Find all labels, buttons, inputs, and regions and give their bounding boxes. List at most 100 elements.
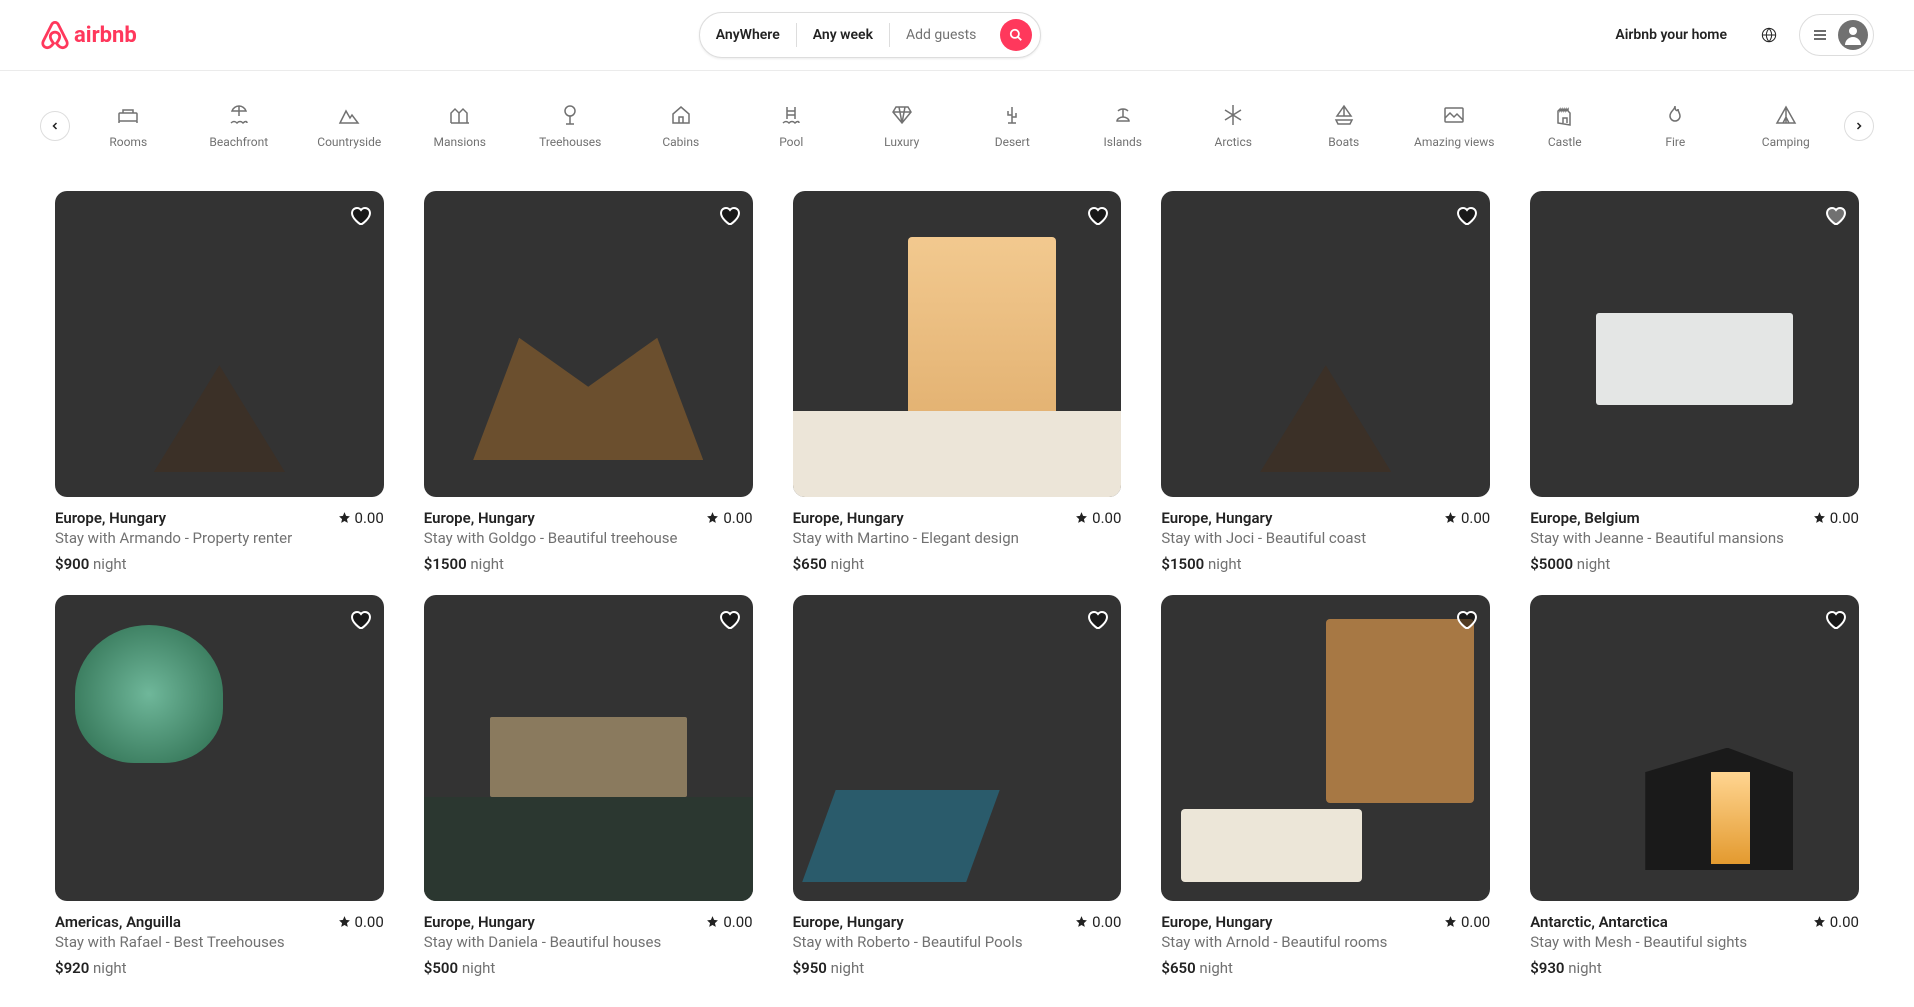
listing-image[interactable] [55, 595, 384, 901]
listing-location: Europe, Hungary [793, 509, 904, 527]
listing-card[interactable]: Antarctic, Antarctica 0.00 Stay with Mes… [1530, 595, 1859, 977]
listing-card[interactable]: Europe, Hungary 0.00 Stay with Goldgo - … [424, 191, 753, 573]
category-label: Countryside [317, 135, 381, 149]
category-item[interactable]: Fire [1629, 91, 1722, 161]
rating-value: 0.00 [1461, 913, 1490, 931]
listing-location: Antarctic, Antarctica [1530, 913, 1668, 931]
listing-rating: 0.00 [338, 509, 384, 527]
favorite-button[interactable] [1823, 203, 1847, 227]
search-bar[interactable]: AnyWhere Any week Add guests [699, 12, 1042, 58]
header: airbnb AnyWhere Any week Add guests Airb… [0, 0, 1914, 71]
category-item[interactable]: Camping [1740, 91, 1833, 161]
category-label: Desert [995, 135, 1030, 149]
search-button[interactable] [1000, 19, 1032, 51]
category-item[interactable]: Rooms [82, 91, 175, 161]
listing-rating: 0.00 [706, 913, 752, 931]
listing-description: Stay with Jeanne - Beautiful mansions [1530, 529, 1859, 547]
heart-icon [348, 607, 372, 631]
listing-card[interactable]: Europe, Hungary 0.00 Stay with Martino -… [793, 191, 1122, 573]
user-menu[interactable] [1799, 14, 1874, 56]
listing-card[interactable]: Europe, Hungary 0.00 Stay with Daniela -… [424, 595, 753, 977]
category-item[interactable]: Countryside [303, 91, 396, 161]
listing-image[interactable] [1161, 191, 1490, 497]
listing-image[interactable] [1530, 191, 1859, 497]
listing-image[interactable] [424, 595, 753, 901]
listing-card[interactable]: Europe, Hungary 0.00 Stay with Joci - Be… [1161, 191, 1490, 573]
listing-card[interactable]: Europe, Hungary 0.00 Stay with Roberto -… [793, 595, 1122, 977]
person-icon [1841, 23, 1865, 47]
listing-description: Stay with Goldgo - Beautiful treehouse [424, 529, 753, 547]
beach-icon [227, 103, 251, 127]
listing-location: Europe, Hungary [1161, 509, 1272, 527]
category-next-button[interactable] [1844, 111, 1874, 141]
host-link[interactable]: Airbnb your home [1603, 17, 1739, 53]
star-icon [706, 511, 719, 524]
listing-image[interactable] [1530, 595, 1859, 901]
favorite-button[interactable] [717, 607, 741, 631]
listing-image[interactable] [55, 191, 384, 497]
star-icon [1444, 915, 1457, 928]
listing-description: Stay with Rafael - Best Treehouses [55, 933, 384, 951]
favorite-button[interactable] [717, 203, 741, 227]
category-item[interactable]: Arctics [1187, 91, 1280, 161]
search-week[interactable]: Any week [797, 21, 889, 49]
favorite-button[interactable] [1454, 203, 1478, 227]
listing-image[interactable] [793, 595, 1122, 901]
star-icon [706, 915, 719, 928]
hamburger-icon [1812, 27, 1828, 43]
listing-card[interactable]: Americas, Anguilla 0.00 Stay with Rafael… [55, 595, 384, 977]
category-prev-button[interactable] [40, 111, 70, 141]
listing-image[interactable] [793, 191, 1122, 497]
listing-price: $1500 night [1161, 555, 1490, 573]
listing-card[interactable]: Europe, Hungary 0.00 Stay with Arnold - … [1161, 595, 1490, 977]
category-item[interactable]: Castle [1519, 91, 1612, 161]
category-item[interactable]: Amazing views [1408, 91, 1501, 161]
favorite-button[interactable] [1823, 607, 1847, 631]
rating-value: 0.00 [355, 913, 384, 931]
listing-description: Stay with Martino - Elegant design [793, 529, 1122, 547]
category-item[interactable]: Treehouses [524, 91, 617, 161]
favorite-button[interactable] [348, 607, 372, 631]
listing-rating: 0.00 [1075, 913, 1121, 931]
language-button[interactable] [1749, 15, 1789, 55]
favorite-button[interactable] [348, 203, 372, 227]
listing-price: $900 night [55, 555, 384, 573]
category-item[interactable]: Luxury [856, 91, 949, 161]
listing-price: $650 night [793, 555, 1122, 573]
category-item[interactable]: Pool [745, 91, 838, 161]
category-label: Arctics [1215, 135, 1252, 149]
listing-price: $500 night [424, 959, 753, 977]
category-label: Luxury [884, 135, 919, 149]
favorite-button[interactable] [1085, 203, 1109, 227]
search-guests[interactable]: Add guests [890, 21, 992, 49]
category-label: Fire [1665, 135, 1685, 149]
listing-price: $930 night [1530, 959, 1859, 977]
listing-image[interactable] [1161, 595, 1490, 901]
listing-card[interactable]: Europe, Hungary 0.00 Stay with Armando -… [55, 191, 384, 573]
listing-card[interactable]: Europe, Belgium 0.00 Stay with Jeanne - … [1530, 191, 1859, 573]
tent-icon [1774, 103, 1798, 127]
heart-icon [1454, 607, 1478, 631]
category-label: Rooms [109, 135, 147, 149]
favorite-button[interactable] [1454, 607, 1478, 631]
bed-icon [116, 103, 140, 127]
logo[interactable]: airbnb [40, 19, 137, 51]
category-item[interactable]: Islands [1077, 91, 1170, 161]
category-item[interactable]: Desert [966, 91, 1059, 161]
listing-location: Europe, Hungary [424, 509, 535, 527]
listing-description: Stay with Arnold - Beautiful rooms [1161, 933, 1490, 951]
listing-image[interactable] [424, 191, 753, 497]
category-item[interactable]: Boats [1298, 91, 1391, 161]
favorite-button[interactable] [1085, 607, 1109, 631]
snowflake-icon [1221, 103, 1245, 127]
category-item[interactable]: Cabins [635, 91, 728, 161]
rating-value: 0.00 [1830, 509, 1859, 527]
category-item[interactable]: Mansions [414, 91, 507, 161]
search-where[interactable]: AnyWhere [700, 21, 796, 49]
globe-icon [1761, 27, 1777, 43]
category-item[interactable]: Beachfront [193, 91, 286, 161]
heart-icon [1823, 203, 1847, 227]
listing-location: Americas, Anguilla [55, 913, 181, 931]
header-right: Airbnb your home [1603, 14, 1874, 56]
airbnb-logo-icon [40, 19, 70, 51]
